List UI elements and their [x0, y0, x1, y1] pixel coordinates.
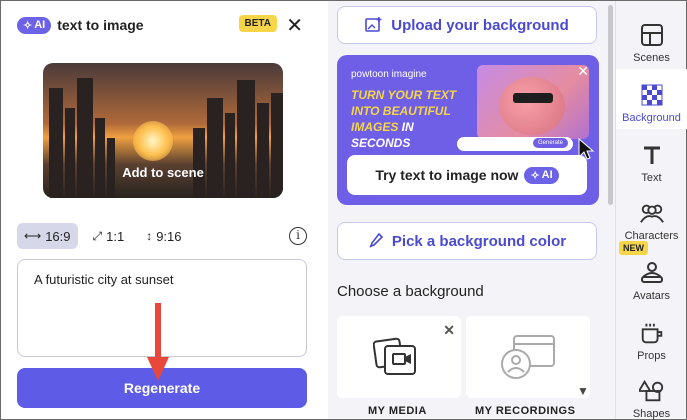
- my-media-tile[interactable]: ✕: [337, 316, 461, 398]
- aspect-ratio-group: ⟷ 16:9 ⤢ 1:1 ↕ 9:16: [17, 223, 189, 249]
- sidebar-item-background[interactable]: Background: [616, 69, 687, 129]
- eyedropper-icon: [369, 232, 384, 248]
- ai-chip: ✧ AI: [524, 166, 559, 184]
- avatars-icon: [639, 260, 665, 286]
- close-icon[interactable]: ✕: [577, 63, 589, 80]
- sidebar-item-text[interactable]: Text: [616, 129, 687, 189]
- close-icon[interactable]: ✕: [443, 322, 455, 339]
- generated-image-preview[interactable]: Add to scene: [43, 63, 283, 198]
- tall-ratio-icon: ↕: [146, 229, 153, 243]
- scrollbar-thumb[interactable]: [608, 5, 613, 205]
- text-icon: [639, 142, 665, 168]
- ai-chip-label: AI: [34, 19, 46, 31]
- new-badge: NEW: [619, 241, 648, 255]
- square-ratio-icon: ⤢: [92, 228, 103, 243]
- characters-icon: [639, 200, 665, 226]
- background-icon: [639, 82, 665, 108]
- sidebar-item-label: Props: [637, 350, 666, 362]
- choose-background-heading: Choose a background: [337, 283, 484, 300]
- sun-graphic: [133, 121, 173, 161]
- media-icon: [373, 337, 416, 375]
- close-icon[interactable]: ✕: [286, 13, 303, 38]
- add-to-scene-button[interactable]: Add to scene: [43, 165, 283, 180]
- sparkle-icon: ✧: [530, 169, 540, 182]
- sparkle-icon: ✧: [23, 19, 33, 32]
- recordings-icon: [501, 335, 555, 379]
- pick-background-color-button[interactable]: Pick a background color: [337, 222, 597, 260]
- sidebar: Scenes Background Text Characters NEW Av…: [615, 1, 687, 420]
- ratio-16-9-button[interactable]: ⟷ 16:9: [17, 223, 78, 249]
- promo-headline: TURN YOUR TEXT INTO BEAUTIFUL IMAGES IN …: [351, 88, 457, 150]
- try-text-to-image-button[interactable]: Try text to image now ✧ AI: [347, 155, 587, 195]
- shapes-icon: [638, 378, 665, 404]
- sidebar-item-shapes[interactable]: Shapes: [616, 365, 687, 420]
- sidebar-item-characters[interactable]: Characters: [616, 187, 687, 247]
- promo-brand: powtoon imagine: [351, 69, 427, 80]
- info-icon[interactable]: i: [289, 227, 307, 245]
- sidebar-item-label: Background: [622, 112, 681, 124]
- sidebar-item-label: Avatars: [632, 290, 671, 302]
- ratio-9-16-button[interactable]: ↕ 9:16: [139, 223, 188, 249]
- wide-ratio-icon: ⟷: [24, 229, 42, 243]
- panel-header: ✧ AI text to image BETA ✕: [17, 13, 307, 37]
- panel-title: text to image: [57, 17, 144, 33]
- ratio-label: 9:16: [156, 228, 182, 244]
- color-label: Pick a background color: [391, 232, 567, 250]
- upload-label: Upload your background: [391, 16, 569, 34]
- ratio-label: 1:1: [106, 228, 125, 244]
- sidebar-item-label: Text: [641, 172, 662, 184]
- promo-generate-chip: Generate: [533, 138, 569, 148]
- background-panel: Upload your background powtoon imagine T…: [328, 1, 615, 419]
- annotation-arrow-icon: [147, 303, 169, 381]
- sidebar-item-label: Shapes: [632, 408, 671, 420]
- upload-image-icon: [365, 17, 382, 32]
- sunglasses-graphic: [513, 93, 553, 103]
- text-to-image-panel: ✧ AI text to image BETA ✕ Add to scene ⟷…: [1, 1, 321, 419]
- props-icon: [639, 320, 665, 346]
- my-media-label: MY MEDIA: [368, 405, 427, 417]
- promo-image: [477, 65, 589, 139]
- sidebar-item-scenes[interactable]: Scenes: [616, 9, 687, 69]
- sidebar-item-props[interactable]: Props: [616, 307, 687, 367]
- ai-chip: ✧ AI: [17, 16, 52, 34]
- cta-label: Try text to image now: [375, 167, 519, 183]
- my-recordings-label: MY RECORDINGS: [475, 405, 576, 417]
- promo-banner[interactable]: powtoon imagine TURN YOUR TEXT INTO BEAU…: [337, 55, 599, 205]
- my-recordings-tile[interactable]: [466, 316, 590, 398]
- scroll-down-icon[interactable]: ▼: [577, 384, 589, 398]
- beta-badge: BETA: [238, 15, 277, 32]
- sidebar-item-avatars[interactable]: NEW Avatars: [616, 241, 687, 307]
- scenes-icon: [639, 22, 665, 48]
- ratio-1-1-button[interactable]: ⤢ 1:1: [86, 223, 132, 249]
- ratio-label: 16:9: [45, 228, 71, 244]
- sidebar-item-label: Scenes: [633, 52, 670, 64]
- upload-background-button[interactable]: Upload your background: [337, 6, 597, 44]
